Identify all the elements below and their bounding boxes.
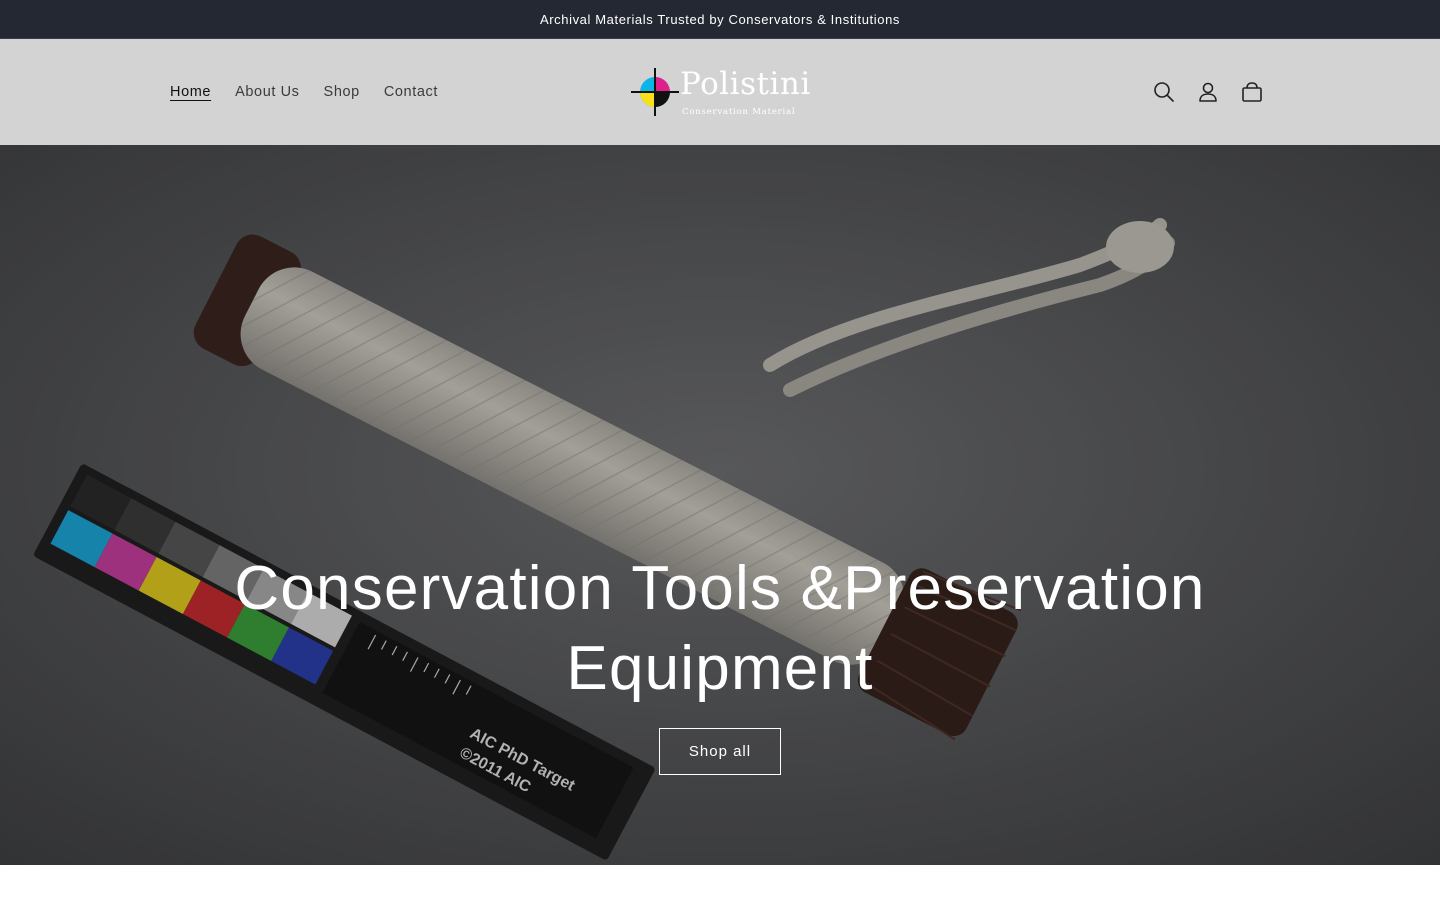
header-icons [1142, 70, 1274, 114]
shop-all-button[interactable]: Shop all [659, 728, 781, 775]
nav-item-contact[interactable]: Contact [372, 84, 450, 100]
nav-item-about-us[interactable]: About Us [223, 84, 311, 100]
announcement-bar: Archival Materials Trusted by Conservato… [0, 0, 1440, 39]
account-button[interactable] [1186, 70, 1230, 114]
main-nav: Home About Us Shop Contact [158, 39, 450, 145]
search-icon [1154, 82, 1174, 102]
site-logo[interactable]: Polistini Conservation Material [628, 65, 814, 121]
logo-target-icon [631, 68, 679, 116]
hero-title: Conservation Tools &Preservation Equipme… [234, 554, 1206, 703]
hero-banner: AIC PhD Target ©2011 AIC Conservation To… [0, 145, 1440, 865]
cart-icon [1242, 82, 1262, 102]
search-button[interactable] [1142, 70, 1186, 114]
nav-item-shop[interactable]: Shop [312, 84, 372, 100]
account-icon [1199, 82, 1217, 102]
cart-button[interactable] [1230, 70, 1274, 114]
content-below [0, 865, 1440, 900]
logo-tagline: Conservation Material [682, 107, 796, 117]
nav-item-home[interactable]: Home [158, 84, 223, 100]
site-header: Home About Us Shop Contact Polistini Con… [0, 39, 1440, 145]
announcement-text: Archival Materials Trusted by Conservato… [539, 11, 901, 27]
logo-wordmark: Polistini [680, 66, 811, 102]
